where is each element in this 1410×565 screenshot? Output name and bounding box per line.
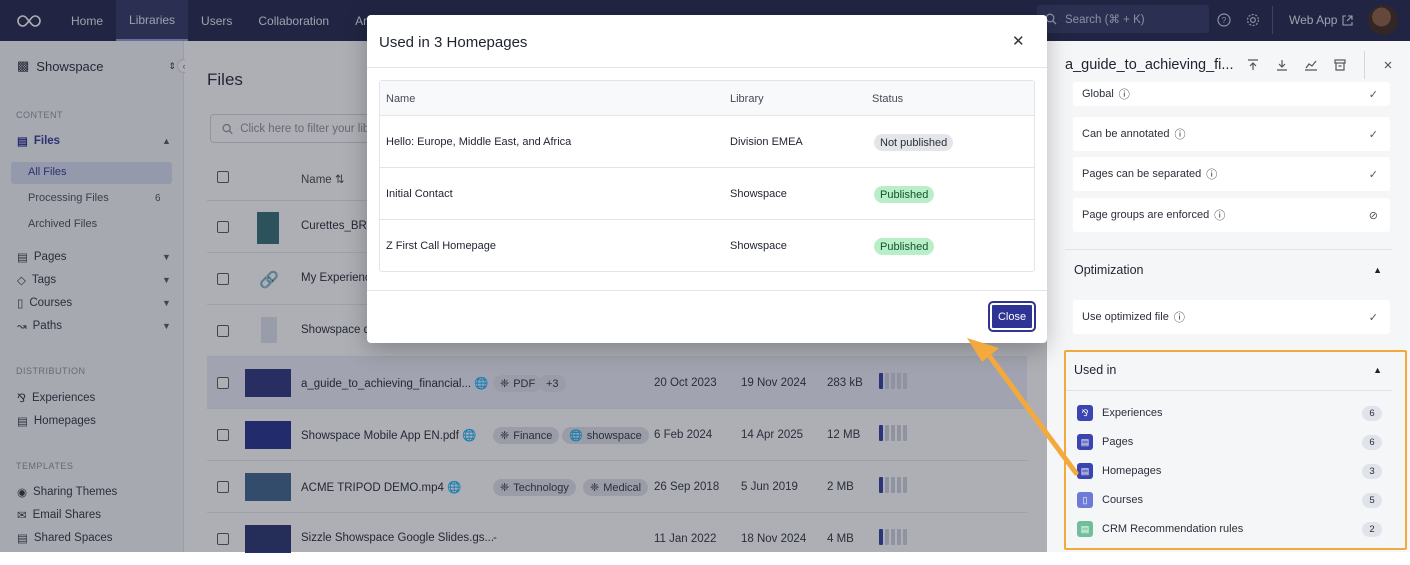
used-in-dialog: Used in 3 Homepages ✕ Name Library Statu… <box>367 15 1047 343</box>
used-in-label: Homepages <box>1102 465 1162 477</box>
download-icon[interactable] <box>1275 58 1289 72</box>
check-icon: ✓ <box>1368 128 1378 141</box>
used-in-experiences[interactable]: ⅋ Experiences <box>1077 405 1163 421</box>
close-icon[interactable]: ✕ <box>1012 32 1025 50</box>
homepage-library: Showspace <box>730 188 787 200</box>
table-row[interactable]: Initial Contact Showspace Published <box>380 168 1034 220</box>
info-icon[interactable]: ⓘ <box>1206 166 1217 182</box>
column-name: Name <box>386 93 416 105</box>
info-icon[interactable]: ⓘ <box>1119 86 1130 102</box>
table-row[interactable]: Hello: Europe, Middle East, and Africa D… <box>380 116 1034 168</box>
pages-icon: ▤ <box>1077 434 1093 450</box>
status-badge: Published <box>874 186 935 203</box>
setting-label: Pages can be separated <box>1082 168 1202 180</box>
used-in-label: Experiences <box>1102 407 1163 419</box>
used-in-homepages[interactable]: ▤ Homepages <box>1077 463 1161 479</box>
close-icon[interactable] <box>1381 58 1395 72</box>
info-icon[interactable]: ⓘ <box>1214 207 1225 223</box>
panel-title: a_guide_to_achieving_fi... <box>1065 57 1234 73</box>
info-icon[interactable]: ⓘ <box>1174 309 1185 325</box>
setting-label: Can be annotated <box>1082 128 1170 140</box>
setting-separated: Pages can be separated ⓘ ✓ <box>1073 157 1390 191</box>
modal-backdrop-top[interactable] <box>1047 0 1410 41</box>
analytics-icon[interactable] <box>1304 58 1318 72</box>
setting-annotated: Can be annotated ⓘ ✓ <box>1073 117 1390 151</box>
setting-optimized-file: Use optimized file ⓘ ✓ <box>1073 300 1390 334</box>
used-in-count: 5 <box>1362 493 1382 508</box>
table-row[interactable]: Z First Call Homepage Showspace Publishe… <box>380 220 1034 272</box>
column-library: Library <box>730 93 764 105</box>
info-icon[interactable]: ⓘ <box>1174 126 1185 142</box>
dialog-divider <box>367 290 1047 291</box>
used-in-label: CRM Recommendation rules <box>1102 523 1244 535</box>
homepage-library: Showspace <box>730 240 787 252</box>
check-icon: ✓ <box>1368 168 1378 181</box>
setting-label: Use optimized file <box>1082 311 1169 323</box>
homepage-name[interactable]: Initial Contact <box>386 188 453 200</box>
used-in-pages[interactable]: ▤ Pages <box>1077 434 1133 450</box>
homepage-name[interactable]: Z First Call Homepage <box>386 240 496 252</box>
used-in-count: 6 <box>1362 435 1382 450</box>
dialog-title: Used in 3 Homepages <box>379 34 528 51</box>
used-in-courses[interactable]: ▯ Courses <box>1077 492 1143 508</box>
dialog-divider <box>367 67 1047 68</box>
chevron-up-icon: ▲ <box>1373 264 1382 275</box>
homepages-icon: ▤ <box>1077 463 1093 479</box>
setting-label: Global <box>1082 88 1114 100</box>
close-button[interactable]: Close <box>988 301 1036 332</box>
panel-divider <box>1364 51 1365 79</box>
used-in-count: 2 <box>1362 522 1382 537</box>
check-icon: ✓ <box>1368 88 1378 101</box>
used-in-count: 3 <box>1362 464 1382 479</box>
column-status: Status <box>872 93 904 105</box>
status-badge: Not published <box>874 134 954 151</box>
used-in-highlight <box>1064 350 1407 550</box>
table-header: Name Library Status <box>380 81 1034 116</box>
used-in-label: Pages <box>1102 436 1134 448</box>
setting-label: Page groups are enforced <box>1082 209 1210 221</box>
experiences-icon: ⅋ <box>1077 405 1093 421</box>
check-icon: ✓ <box>1368 311 1378 324</box>
used-in-count: 6 <box>1362 406 1382 421</box>
used-in-label: Courses <box>1102 494 1143 506</box>
section-optimization[interactable]: Optimization ▲ <box>1065 249 1392 289</box>
book-icon: ▯ <box>1077 492 1093 508</box>
setting-global: Global ⓘ ✓ <box>1073 82 1390 106</box>
homepage-library: Division EMEA <box>730 136 803 148</box>
disabled-icon: ⊘ <box>1368 209 1378 222</box>
used-in-crm-rules[interactable]: ▤ CRM Recommendation rules <box>1077 521 1243 537</box>
upload-icon[interactable] <box>1246 58 1260 72</box>
status-badge: Published <box>874 238 935 255</box>
setting-page-groups: Page groups are enforced ⓘ ⊘ <box>1073 198 1390 232</box>
section-label: Optimization <box>1074 262 1144 277</box>
homepage-name[interactable]: Hello: Europe, Middle East, and Africa <box>386 136 571 148</box>
archive-icon[interactable] <box>1333 58 1347 72</box>
crm-icon: ▤ <box>1077 521 1093 537</box>
homepages-table: Name Library Status Hello: Europe, Middl… <box>379 80 1035 272</box>
